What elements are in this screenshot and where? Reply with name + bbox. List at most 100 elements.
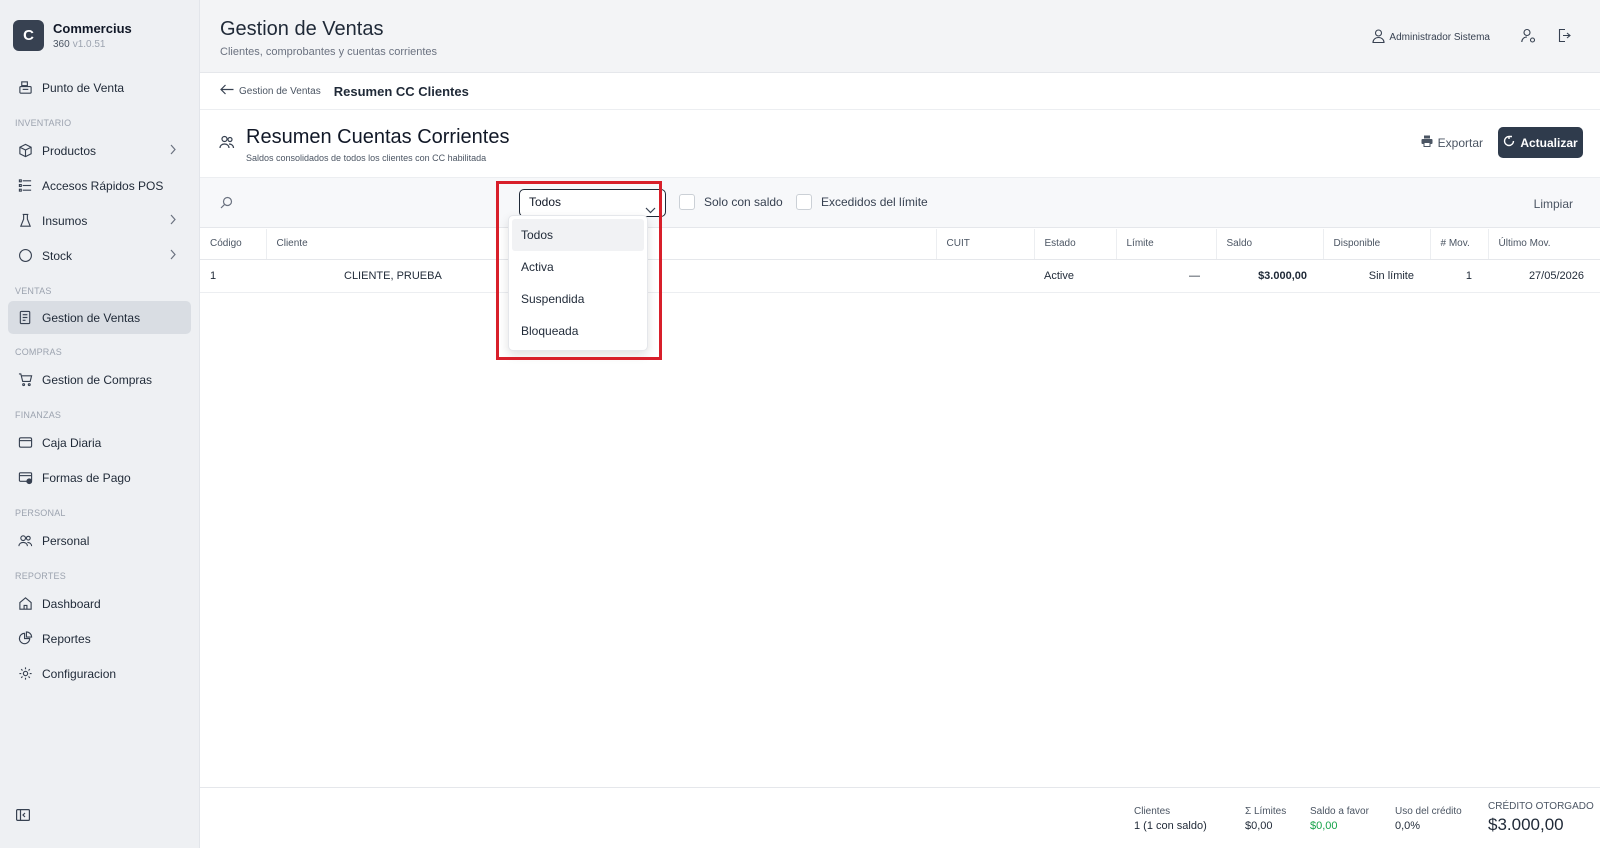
sidebar-item-formas[interactable]: Formas de Pago xyxy=(0,460,199,495)
solo-saldo-checkbox[interactable]: Solo con saldo xyxy=(679,194,783,210)
cell-disponible: Sin límite xyxy=(1323,259,1430,293)
brand-logo: C xyxy=(13,19,44,51)
sidebar-item-personal[interactable]: Personal xyxy=(0,523,199,558)
sidebar-item-compras[interactable]: Gestion de Compras xyxy=(0,362,199,397)
sidebar-item-dashboard[interactable]: Dashboard xyxy=(0,586,199,621)
sidebar-item-ventas[interactable]: Gestion de Ventas xyxy=(8,301,191,334)
cell-codigo: 1 xyxy=(200,259,266,293)
section-ventas: VENTAS xyxy=(15,286,52,296)
refresh-icon xyxy=(1503,135,1520,150)
header-title: Gestion de Ventas xyxy=(220,18,384,40)
page-subtitle: Saldos consolidados de todos los cliente… xyxy=(246,153,487,163)
circle-icon xyxy=(17,248,33,264)
section-inventario: INVENTARIO xyxy=(15,118,72,128)
cash-register-icon xyxy=(17,80,33,96)
user-icon xyxy=(1372,29,1385,46)
sidebar-item-label: Personal xyxy=(42,533,90,548)
table-row[interactable]: 1 CLIENTE, PRUEBA Active — $3.000,00 Sin… xyxy=(200,259,1600,293)
sidebar-item-label: Accesos Rápidos POS xyxy=(42,178,164,193)
wallet-icon xyxy=(17,435,33,451)
col-mov[interactable]: # Mov. xyxy=(1430,229,1489,260)
page-header: Resumen Cuentas Corrientes Saldos consol… xyxy=(200,110,1600,178)
sidebar-item-reportes[interactable]: Reportes xyxy=(0,621,199,656)
chart-pie-icon xyxy=(17,631,33,647)
chevron-right-icon xyxy=(169,144,177,158)
breadcrumb: Gestion de Ventas Resumen CC Clientes xyxy=(200,73,1600,110)
col-codigo[interactable]: Código xyxy=(200,229,267,260)
sidebar-item-config[interactable]: Configuracion xyxy=(0,656,199,691)
section-finanzas: FINANZAS xyxy=(15,410,62,420)
section-reportes: REPORTES xyxy=(15,571,66,581)
breadcrumb-back-label: Gestion de Ventas xyxy=(239,85,321,97)
stat-value: $0,00 xyxy=(1310,820,1338,832)
breadcrumb-back-link[interactable]: Gestion de Ventas xyxy=(220,84,321,98)
logout-button[interactable] xyxy=(1557,28,1572,48)
stat-label: Clientes xyxy=(1134,806,1171,817)
user-settings-button[interactable] xyxy=(1521,28,1536,49)
checkbox-box[interactable] xyxy=(679,194,695,210)
printer-icon xyxy=(1421,135,1438,150)
section-compras: COMPRAS xyxy=(15,347,62,357)
stat-clientes: Clientes 1 (1 con saldo) xyxy=(1134,806,1207,832)
stat-credito-otorgado: CRÉDITO OTORGADO $3.000,00 xyxy=(1488,801,1594,835)
collapse-sidebar-button[interactable] xyxy=(16,808,31,826)
excedidos-checkbox[interactable]: Excedidos del límite xyxy=(796,194,928,210)
flask-icon xyxy=(17,213,33,229)
col-saldo[interactable]: Saldo xyxy=(1216,229,1324,260)
col-cuit[interactable]: CUIT xyxy=(936,229,1035,260)
cell-limite: — xyxy=(1116,259,1216,293)
page-title: Resumen Cuentas Corrientes xyxy=(246,126,510,148)
clear-filters-button[interactable]: Limpiar xyxy=(1534,197,1573,211)
sidebar-item-insumos[interactable]: Insumos xyxy=(0,203,199,238)
stat-value: 1 (1 con saldo) xyxy=(1134,820,1207,832)
sidebar-item-label: Gestion de Compras xyxy=(42,372,153,387)
gear-icon xyxy=(17,666,33,682)
col-estado[interactable]: Estado xyxy=(1034,229,1117,260)
col-limite[interactable]: Límite xyxy=(1116,229,1217,260)
credit-card-icon xyxy=(17,470,33,486)
stat-label: Σ Límites xyxy=(1245,806,1287,817)
summary-footer: Clientes 1 (1 con saldo) Σ Límites $0,00… xyxy=(200,787,1600,848)
sidebar-item-caja[interactable]: Caja Diaria xyxy=(0,425,199,460)
receipt-icon xyxy=(17,310,33,326)
sidebar-toggle-icon xyxy=(16,808,31,825)
sidebar-item-label: Gestion de Ventas xyxy=(42,310,141,325)
search-icon[interactable] xyxy=(220,196,233,214)
brand-sub: 360 xyxy=(53,38,70,50)
cell-ultimo: 27/05/2026 xyxy=(1488,259,1600,293)
top-header: Gestion de Ventas Clientes, comprobantes… xyxy=(200,0,1600,73)
chevron-right-icon xyxy=(169,249,177,263)
users-icon xyxy=(17,533,33,549)
export-label: Exportar xyxy=(1437,135,1483,150)
cell-estado: Active xyxy=(1034,259,1116,293)
refresh-label: Actualizar xyxy=(1520,135,1578,150)
user-cog-icon xyxy=(1521,28,1536,48)
table-header-row: Código Cliente CUIT Estado Límite Saldo … xyxy=(200,229,1600,260)
sidebar-item-stock[interactable]: Stock xyxy=(0,238,199,273)
arrow-left-icon xyxy=(220,84,239,98)
chevron-right-icon xyxy=(169,214,177,228)
refresh-button[interactable]: Actualizar xyxy=(1498,127,1583,158)
sidebar-item-label: Caja Diaria xyxy=(42,435,102,450)
cell-mov: 1 xyxy=(1430,259,1488,293)
header-subtitle: Clientes, comprobantes y cuentas corrien… xyxy=(220,46,438,58)
checkbox-box[interactable] xyxy=(796,194,812,210)
stat-label: Uso del crédito xyxy=(1395,806,1462,817)
cc-table: Código Cliente CUIT Estado Límite Saldo … xyxy=(200,229,1600,293)
sidebar-item-label: Insumos xyxy=(42,213,88,228)
col-ultimo[interactable]: Último Mov. xyxy=(1488,229,1600,260)
cart-icon xyxy=(17,372,33,388)
sidebar-item-accesos[interactable]: Accesos Rápidos POS xyxy=(0,168,199,203)
sidebar-item-productos[interactable]: Productos xyxy=(0,133,199,168)
main-area: Gestion de Ventas Clientes, comprobantes… xyxy=(200,0,1600,848)
brand-version: v1.0.51 xyxy=(72,38,106,50)
user-menu[interactable]: Administrador Sistema xyxy=(1372,29,1490,46)
col-disponible[interactable]: Disponible xyxy=(1323,229,1431,260)
export-button[interactable]: Exportar xyxy=(1421,135,1483,150)
breadcrumb-current: Resumen CC Clientes xyxy=(333,83,469,99)
user-name: Administrador Sistema xyxy=(1389,32,1490,43)
cell-saldo: $3.000,00 xyxy=(1216,259,1323,293)
brand: C Commercius 360 v1.0.51 xyxy=(0,0,199,70)
sidebar-item-label: Stock xyxy=(42,248,73,263)
sidebar-item-pos[interactable]: Punto de Venta xyxy=(0,70,199,105)
